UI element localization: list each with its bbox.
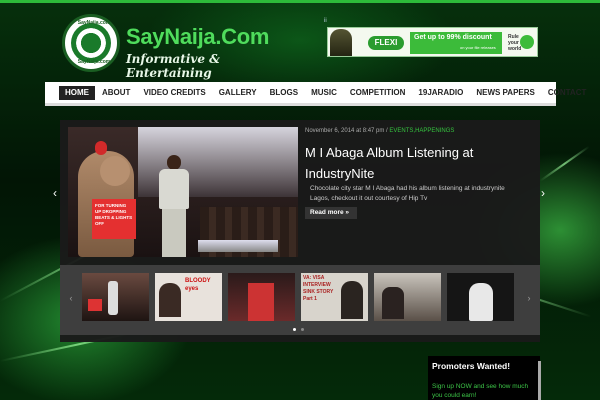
stage-sign: FOR TURNING UP DROPPING BEATS & LIGHTS O… <box>92 199 136 239</box>
eagle-emblem-icon <box>71 23 111 63</box>
nav-music[interactable]: MUSIC <box>305 86 343 100</box>
slider-prev-arrow-icon[interactable]: ‹ <box>50 186 60 200</box>
carousel-prev-icon[interactable]: ‹ <box>66 293 76 303</box>
promoters-widget: Promoters Wanted! Sign up NOW and see ho… <box>428 356 540 400</box>
thumb-interview[interactable]: VA: VISA INTERVIEW SINK STORY Part 1 <box>301 273 368 321</box>
nav-contact[interactable]: CONTACT <box>542 86 593 100</box>
seal-icon: SayNaija.com SayNaija.com <box>62 14 120 72</box>
performer-head <box>167 155 181 170</box>
seal-bottom-text: SayNaija.com <box>77 59 111 65</box>
nav-video-credits[interactable]: VIDEO CREDITS <box>137 86 211 100</box>
performer-legs <box>162 209 186 257</box>
ad-marker: ii <box>324 18 327 24</box>
thumb-bloody-eyes[interactable]: BLOODY eyes <box>155 273 222 321</box>
statue-head <box>100 156 130 186</box>
post-categories[interactable]: EVENTS,HAPPENINGS <box>389 128 454 134</box>
performer-figure <box>153 155 193 257</box>
main-nav: HOME ABOUT VIDEO CREDITS GALLERY BLOGS M… <box>45 82 586 106</box>
ad-brand: FLEXI <box>368 36 404 50</box>
nav-competition[interactable]: COMPETITION <box>344 86 412 100</box>
pagination-dot[interactable] <box>301 328 304 331</box>
keyboard-instrument <box>198 240 278 252</box>
slider-next-arrow-icon[interactable]: › <box>538 186 548 200</box>
thumb-mi-abaga[interactable] <box>82 273 149 321</box>
thumb-caption: VA: VISA INTERVIEW SINK STORY Part 1 <box>303 275 334 302</box>
post-meta: November 6, 2014 at 8:47 pm / EVENTS,HAP… <box>305 128 454 134</box>
thumb-artist[interactable] <box>447 273 514 321</box>
thumb-movie[interactable] <box>374 273 441 321</box>
post-date: November 6, 2014 at 8:47 pm / <box>305 128 390 134</box>
nav-news-papers[interactable]: NEWS PAPERS <box>470 86 541 100</box>
nav-about[interactable]: ABOUT <box>96 86 136 100</box>
ad-person-image <box>330 29 352 56</box>
ad-offer-subtext: on your file releases <box>460 45 496 50</box>
thumb-event[interactable] <box>228 273 295 321</box>
thumbnail-carousel: ‹ BLOODY eyes VA: VISA INTERVIEW SINK ST… <box>60 265 540 335</box>
read-more-button[interactable]: Read more » <box>305 207 357 219</box>
nav-gallery[interactable]: GALLERY <box>213 86 263 100</box>
post-title[interactable]: M I Abaga Album Listening at IndustryNit… <box>305 142 525 184</box>
carousel-next-icon[interactable]: › <box>524 293 534 303</box>
nav-19jaradio[interactable]: 19JARADIO <box>412 86 469 100</box>
scrollbar[interactable] <box>538 361 541 400</box>
logo-title: SayNaija.Com <box>126 24 270 49</box>
logo-tagline: Informative & Entertaining <box>126 52 221 80</box>
performer-body <box>159 169 189 209</box>
ad-offer-box: Get up to 99% discount on your file rele… <box>410 32 502 54</box>
nav-home[interactable]: HOME <box>59 85 95 100</box>
thumb-caption: BLOODY eyes <box>185 278 211 292</box>
widget-signup-link[interactable]: Sign up NOW and see how much you could e… <box>432 382 540 400</box>
red-mask <box>95 141 107 155</box>
seal-top-text: SayNaija.com <box>77 20 111 26</box>
post-excerpt: Chocolate city star M I Abaga had his al… <box>310 185 505 202</box>
ad-logo-icon <box>520 35 534 49</box>
site-logo[interactable]: SayNaija.com SayNaija.com SayNaija.Com I… <box>62 14 269 80</box>
banner-ad[interactable]: FLEXI Get up to 99% discount on your fil… <box>327 27 538 57</box>
widget-title: Promoters Wanted! <box>432 361 511 371</box>
top-accent-bar <box>0 0 600 3</box>
carousel-pagination <box>293 328 307 332</box>
pagination-dot[interactable] <box>293 328 296 331</box>
featured-image[interactable]: FOR TURNING UP DROPPING BEATS & LIGHTS O… <box>68 127 298 257</box>
nav-blogs[interactable]: BLOGS <box>264 86 304 100</box>
ad-offer-text: Get up to 99% discount <box>414 34 492 41</box>
